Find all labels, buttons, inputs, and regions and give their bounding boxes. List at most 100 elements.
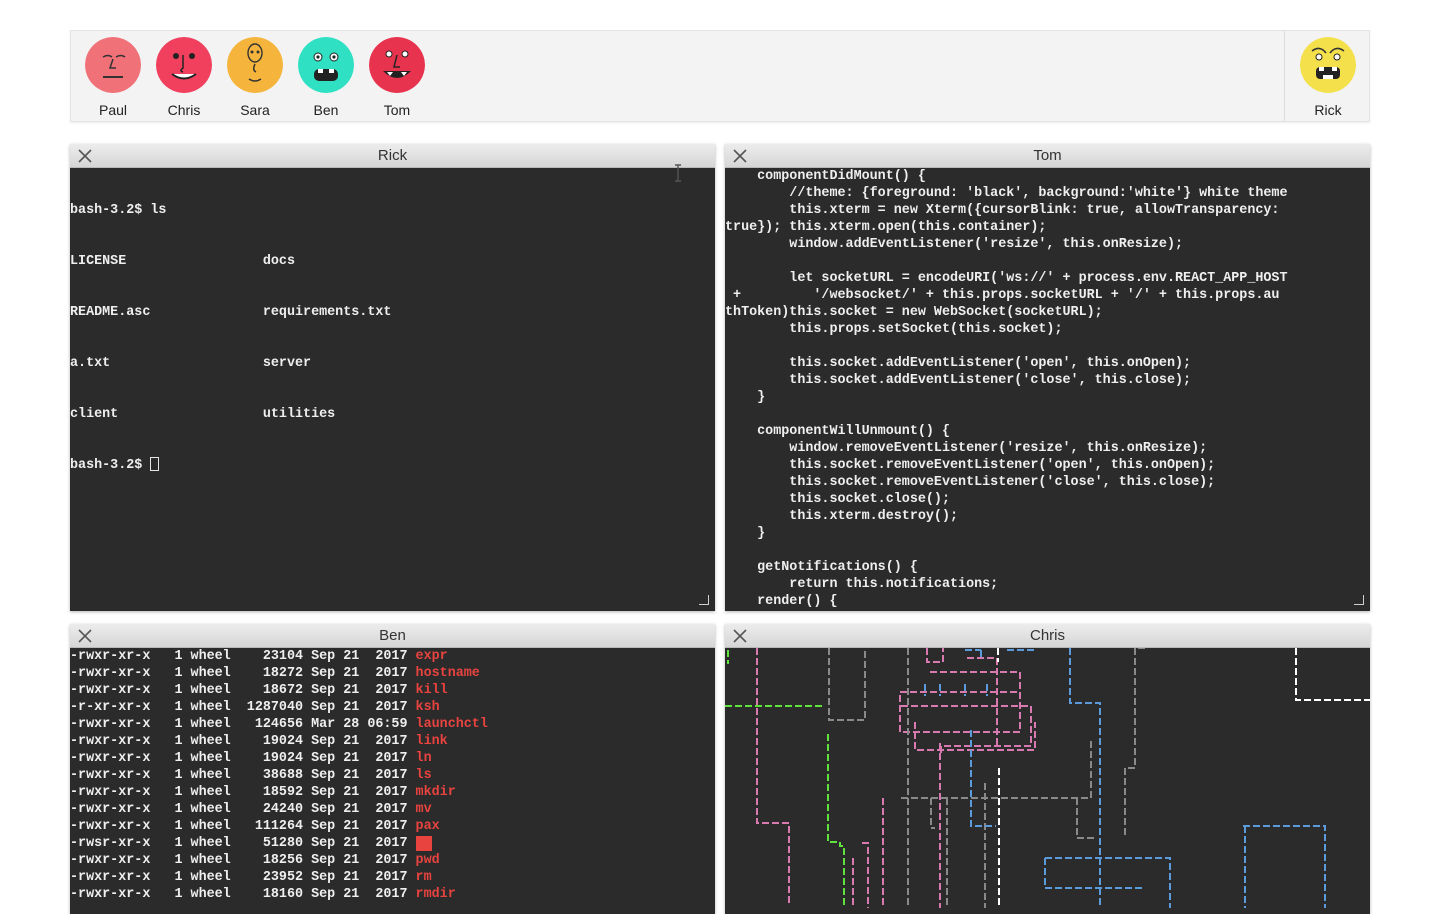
file-meta: -rwxr-xr-x 1 wheel 18272 Sep 21 2017 — [70, 666, 416, 681]
file-name: expr — [415, 649, 448, 664]
avatar-tom-icon — [369, 37, 425, 93]
user-bar-divider — [1284, 31, 1285, 121]
file-meta: -rwxr-xr-x 1 wheel 18256 Sep 21 2017 — [70, 853, 416, 868]
terminal-window-tom[interactable]: Tom componentDidMount() { //theme: {fore… — [725, 144, 1370, 611]
terminal-line: README.asc requirements.txt — [70, 305, 392, 320]
terminal-line: return this.notifications; — [725, 577, 999, 592]
terminal-window-rick[interactable]: Rick bash-3.2$ ls LICENSE docs README.as… — [70, 144, 715, 611]
listing-row: -rwxr-xr-x 1 wheel 18672 Sep 21 2017 kil… — [70, 682, 715, 699]
terminal-line: this.props.setSocket(this.socket); — [725, 322, 1063, 337]
window-title-tom: Tom — [1033, 147, 1062, 164]
close-icon[interactable] — [731, 627, 749, 645]
listing-row: -r-xr-xr-x 1 wheel 1287040 Sep 21 2017 k… — [70, 699, 715, 716]
close-icon[interactable] — [76, 147, 94, 165]
file-meta: -r-xr-xr-x 1 wheel 1287040 Sep 21 2017 — [70, 700, 416, 715]
terminal-line: let socketURL = encodeURI('ws://' + proc… — [725, 271, 1288, 286]
terminal-line: render() { — [725, 594, 838, 609]
file-name: rm — [415, 870, 432, 885]
terminal-window-chris[interactable]: Chris — [725, 624, 1370, 914]
user-name-paul: Paul — [98, 102, 128, 118]
terminal-line: bash-3.2$ ls — [70, 203, 167, 218]
avatar-rick-icon — [1300, 37, 1356, 93]
terminal-line: } — [725, 526, 766, 541]
file-name: mv — [415, 802, 432, 817]
terminal-line: this.socket.addEventListener('open', thi… — [725, 356, 1192, 371]
terminal-chris[interactable] — [725, 648, 1370, 914]
titlebar-chris[interactable]: Chris — [725, 624, 1370, 648]
listing-row: -rwxr-xr-x 1 wheel 124656 Mar 28 06:59 l… — [70, 716, 715, 733]
file-name: ps — [415, 836, 432, 851]
titlebar-ben[interactable]: Ben — [70, 624, 715, 648]
user-paul[interactable]: Paul — [83, 37, 143, 118]
user-rick-self[interactable]: Rick — [1298, 37, 1358, 118]
listing-row: -rwxr-xr-x 1 wheel 23104 Sep 21 2017 exp… — [70, 648, 715, 665]
window-title-rick: Rick — [377, 147, 408, 164]
file-meta: -rwxr-xr-x 1 wheel 19024 Sep 21 2017 — [70, 751, 416, 766]
resize-handle[interactable] — [1354, 595, 1364, 605]
user-name-rick: Rick — [1314, 102, 1342, 118]
file-name: mkdir — [415, 785, 456, 800]
terminal-line: LICENSE docs — [70, 254, 295, 269]
terminal-line: true}); this.xterm.open(this.container); — [725, 220, 1047, 235]
window-title-ben: Ben — [379, 627, 406, 644]
file-meta: -rwxr-xr-x 1 wheel 23952 Sep 21 2017 — [70, 870, 416, 885]
terminal-line: window.removeEventListener('resize', thi… — [725, 441, 1208, 456]
file-name: ls — [415, 768, 432, 783]
file-meta: -rwxr-xr-x 1 wheel 19024 Sep 21 2017 — [70, 734, 416, 749]
file-meta: -rwxr-xr-x 1 wheel 24240 Sep 21 2017 — [70, 802, 416, 817]
titlebar-rick[interactable]: Rick — [70, 144, 715, 168]
user-name-chris: Chris — [167, 102, 201, 118]
file-meta: -rwxr-xr-x 1 wheel 18672 Sep 21 2017 — [70, 683, 416, 698]
terminal-line: this.socket.removeEventListener('open', … — [725, 458, 1216, 473]
terminal-line: componentDidMount() { — [725, 169, 926, 184]
file-name: hostname — [415, 666, 480, 681]
file-meta: -rwxr-xr-x 1 wheel 38688 Sep 21 2017 — [70, 768, 416, 783]
listing-row: -rwxr-xr-x 1 wheel 111264 Sep 21 2017 pa… — [70, 818, 715, 835]
user-chris[interactable]: Chris — [154, 37, 214, 118]
user-name-tom: Tom — [383, 102, 411, 118]
terminal-rick[interactable]: bash-3.2$ ls LICENSE docs README.asc req… — [70, 168, 715, 611]
terminal-line: this.socket.addEventListener('close', th… — [725, 373, 1192, 388]
user-sara[interactable]: Sara — [225, 37, 285, 118]
terminal-line: this.socket.close(); — [725, 492, 950, 507]
file-name: ksh — [415, 700, 440, 715]
file-meta: -rwxr-xr-x 1 wheel 23104 Sep 21 2017 — [70, 649, 416, 664]
avatar-sara-icon — [227, 37, 283, 93]
user-tom[interactable]: Tom — [367, 37, 427, 118]
terminal-tom[interactable]: componentDidMount() { //theme: {foregrou… — [725, 168, 1370, 611]
terminal-line: componentWillUnmount() { — [725, 424, 950, 439]
terminal-ben[interactable]: -rwxr-xr-x 1 wheel 23104 Sep 21 2017 exp… — [70, 648, 715, 914]
file-name: pwd — [415, 853, 440, 868]
listing-row: -rwxr-xr-x 1 wheel 38688 Sep 21 2017 ls — [70, 767, 715, 784]
terminal-line: //theme: {foreground: 'black', backgroun… — [725, 186, 1288, 201]
terminal-window-ben[interactable]: Ben -rwxr-xr-x 1 wheel 23104 Sep 21 2017… — [70, 624, 715, 914]
user-ben[interactable]: Ben — [296, 37, 356, 118]
listing-row: -rwxr-xr-x 1 wheel 18160 Sep 21 2017 rmd… — [70, 886, 715, 903]
listing-row: -rwxr-xr-x 1 wheel 18592 Sep 21 2017 mkd… — [70, 784, 715, 801]
pipes-animation — [725, 648, 1370, 908]
terminal-cursor — [150, 457, 160, 471]
terminal-prompt-line[interactable]: bash-3.2$ — [70, 457, 715, 474]
titlebar-tom[interactable]: Tom — [725, 144, 1370, 168]
terminal-line: this.xterm = new Xterm({cursorBlink: tru… — [725, 203, 1280, 218]
close-icon[interactable] — [76, 627, 94, 645]
user-name-sara: Sara — [240, 102, 270, 118]
terminal-line: thToken)this.socket = new WebSocket(sock… — [725, 305, 1103, 320]
file-meta: -rwsr-xr-x 1 wheel 51280 Sep 21 2017 — [70, 836, 416, 851]
file-name: ln — [415, 751, 432, 766]
listing-row: -rwxr-xr-x 1 wheel 19024 Sep 21 2017 ln — [70, 750, 715, 767]
user-name-ben: Ben — [313, 102, 339, 118]
avatar-ben-icon — [298, 37, 354, 93]
file-name: kill — [415, 683, 448, 698]
text-cursor-icon — [675, 164, 681, 182]
prompt-text: bash-3.2$ — [70, 458, 151, 473]
listing-row: -rwxr-xr-x 1 wheel 19024 Sep 21 2017 lin… — [70, 733, 715, 750]
resize-handle[interactable] — [699, 595, 709, 605]
close-icon[interactable] — [731, 147, 749, 165]
terminal-line: a.txt server — [70, 356, 312, 371]
avatar-chris-icon — [156, 37, 212, 93]
file-name: pax — [415, 819, 440, 834]
